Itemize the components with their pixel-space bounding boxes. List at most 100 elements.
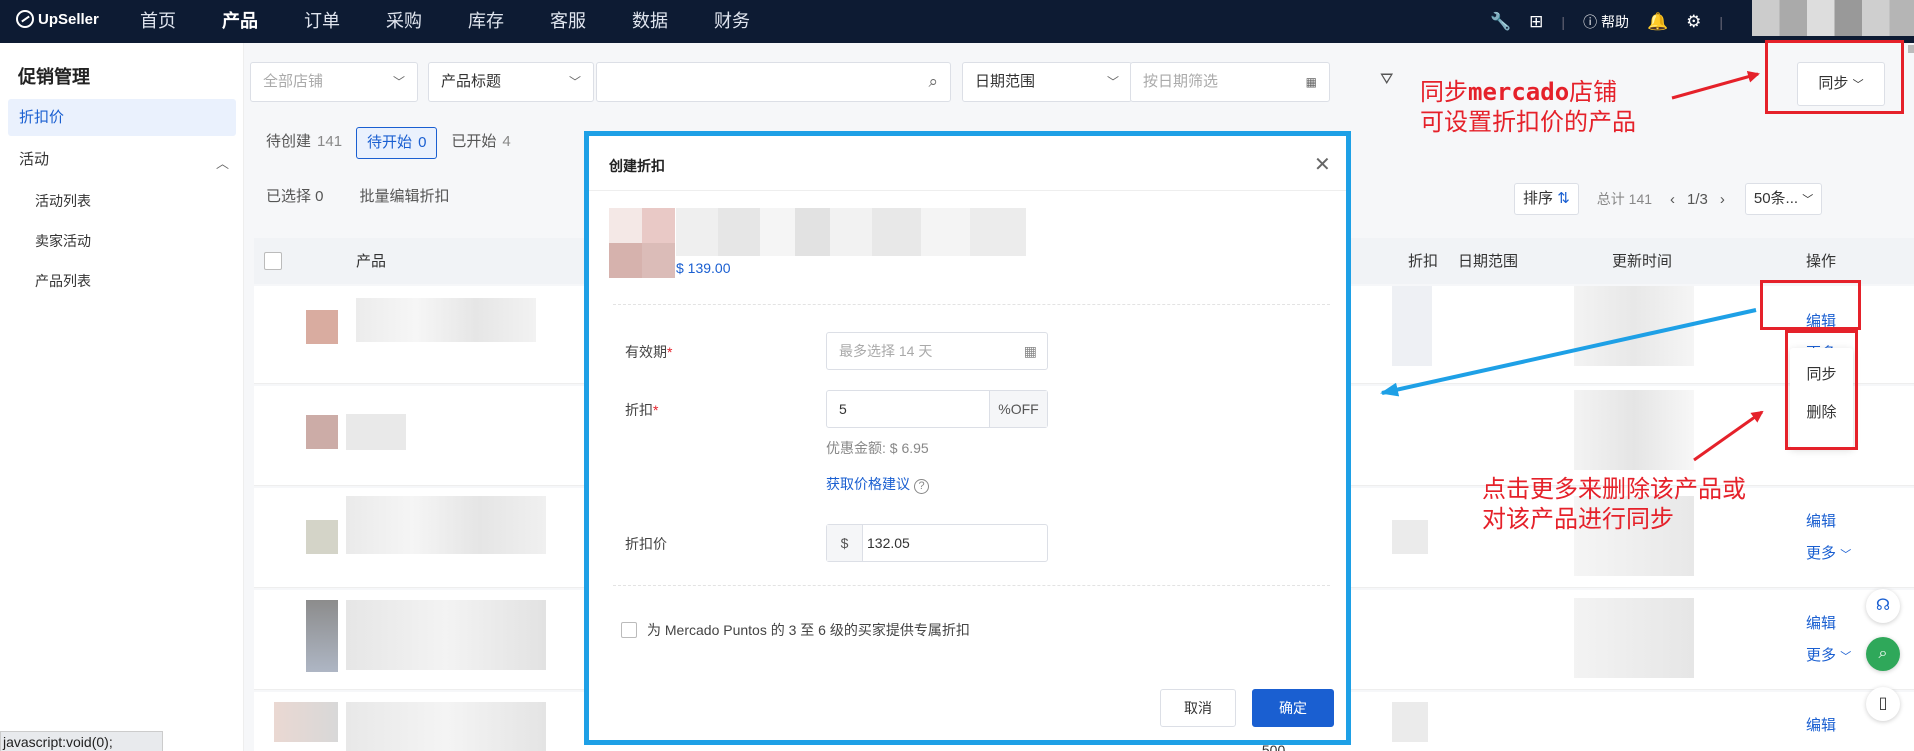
- product-thumbnail: [306, 520, 338, 554]
- nav-customer-service[interactable]: 客服: [550, 0, 586, 43]
- main-nav: 首页 产品 订单 采购 库存 客服 数据 财务: [140, 0, 796, 43]
- next-page-icon[interactable]: ›: [1720, 191, 1725, 208]
- account-avatar[interactable]: [1752, 0, 1914, 36]
- more-link[interactable]: 更多 ﹀: [1806, 542, 1851, 563]
- scrollbar-thumb[interactable]: [1908, 45, 1914, 53]
- question-circle-icon[interactable]: ?: [914, 479, 929, 494]
- annotation-more-line1: 点击更多来删除该产品或: [1482, 475, 1746, 503]
- search-icon[interactable]: ⌕: [928, 63, 938, 101]
- edit-link[interactable]: 编辑: [1806, 612, 1836, 633]
- product-title-blurred: [356, 298, 536, 342]
- modal-header-divider: [589, 190, 1346, 191]
- chevron-down-icon: ﹀: [1840, 549, 1852, 561]
- chevron-up-icon[interactable]: ︿: [216, 153, 229, 172]
- price-suggestion-link[interactable]: 获取价格建议?: [826, 474, 929, 494]
- wrench-icon[interactable]: 🔧: [1490, 12, 1511, 32]
- tab-started[interactable]: 已开始 4: [451, 127, 510, 159]
- sidebar-title: 促销管理: [18, 67, 90, 87]
- field-select[interactable]: 产品标题 ﹀: [428, 62, 594, 102]
- close-icon[interactable]: ✕: [1314, 152, 1331, 177]
- modal-divider: [613, 304, 1330, 305]
- annotation-sync-prefix: 同步: [1420, 78, 1468, 106]
- sidebar-item-activity-list[interactable]: 活动列表: [35, 191, 91, 211]
- help-button[interactable]: ⓘ 帮助: [1583, 12, 1629, 32]
- validity-label: 有效期*: [625, 342, 672, 362]
- annotation-box-more: [1785, 330, 1858, 450]
- confirm-button[interactable]: 确定: [1252, 689, 1334, 727]
- nav-inventory[interactable]: 库存: [468, 0, 504, 43]
- edit-link[interactable]: 编辑: [1806, 510, 1836, 531]
- annotation-more-note: 点击更多来删除该产品或 对该产品进行同步: [1482, 474, 1746, 534]
- status-bar-url: javascript:void(0);: [0, 731, 163, 751]
- updated-cell-blurred: [1574, 390, 1694, 470]
- filter-funnel-icon[interactable]: ⛛: [1380, 71, 1393, 89]
- select-all-checkbox[interactable]: [264, 252, 282, 270]
- discount-cell-blurred: [1392, 520, 1428, 554]
- tab-label: 已开始: [451, 133, 497, 150]
- puntos-checkbox[interactable]: [621, 622, 637, 638]
- product-title-blurred: [346, 496, 546, 554]
- bulk-edit-button[interactable]: 批量编辑折扣: [360, 188, 450, 205]
- discount-percent-input[interactable]: 5 %OFF: [826, 390, 1048, 428]
- create-discount-modal: 创建折扣 ✕ $ 139.00 有效期* 最多选择 14 天 ▦ 折扣* 5 %OF…: [584, 131, 1351, 745]
- app-logo[interactable]: UpSeller: [16, 10, 99, 28]
- top-navbar: UpSeller 首页 产品 订单 采购 库存 客服 数据 财务 🔧 ⊞ | ⓘ…: [0, 0, 1914, 43]
- col-updated-time: 更新时间: [1612, 253, 1673, 270]
- nav-products[interactable]: 产品: [222, 0, 258, 43]
- tab-to-create[interactable]: 待创建 141: [266, 127, 342, 159]
- tab-label: 待创建: [266, 133, 312, 150]
- nav-data[interactable]: 数据: [632, 0, 668, 43]
- sidebar-group-activities[interactable]: 活动: [19, 148, 49, 169]
- modal-title: 创建折扣: [609, 158, 665, 174]
- date-filter-input[interactable]: 按日期筛选 ▦: [1130, 62, 1330, 102]
- sidebar-item-discount-price[interactable]: 折扣价: [8, 99, 236, 136]
- cancel-button[interactable]: 取消: [1160, 689, 1236, 727]
- required-asterisk: *: [653, 402, 659, 418]
- store-select[interactable]: 全部店铺 ﹀: [250, 62, 418, 102]
- annotation-sync-line2: 可设置折扣价的产品: [1420, 108, 1636, 136]
- sidebar-item-seller-activity[interactable]: 卖家活动: [35, 231, 91, 251]
- more-link[interactable]: 更多 ﹀: [1806, 644, 1851, 665]
- sort-button[interactable]: 排序 ⇅: [1514, 183, 1579, 215]
- upseller-logo-icon: [16, 10, 34, 28]
- discount-percent-value: 5: [839, 401, 847, 417]
- apps-grid-icon[interactable]: ⊞: [1529, 12, 1543, 32]
- annotation-box-edit: [1760, 280, 1861, 330]
- tab-count: 141: [317, 133, 343, 150]
- tab-pending-start[interactable]: 待开始 0: [356, 127, 438, 159]
- chevron-down-icon: ﹀: [1840, 651, 1852, 663]
- gear-icon[interactable]: ⚙: [1686, 12, 1701, 32]
- annotation-sync-mono: mercado: [1468, 78, 1570, 106]
- date-range-select[interactable]: 日期范围 ﹀: [962, 62, 1132, 102]
- mobile-icon[interactable]: ▯: [1866, 687, 1900, 721]
- sidebar-item-product-list[interactable]: 产品列表: [35, 271, 91, 291]
- bell-icon[interactable]: 🔔: [1647, 12, 1668, 32]
- nav-purchase[interactable]: 采购: [386, 0, 422, 43]
- page-size-select[interactable]: 50条... ﹀: [1744, 183, 1823, 215]
- discount-label: 折扣*: [625, 400, 658, 420]
- sort-icon: ⇅: [1557, 190, 1570, 207]
- required-asterisk: *: [667, 344, 673, 360]
- prev-page-icon[interactable]: ‹: [1670, 191, 1675, 208]
- edit-link[interactable]: 编辑: [1806, 714, 1836, 735]
- search-input[interactable]: ⌕: [596, 62, 951, 102]
- annotation-sync-suffix: 店铺: [1569, 78, 1618, 106]
- validity-label-text: 有效期: [625, 344, 667, 360]
- product-thumbnail: [609, 208, 675, 278]
- product-title-blurred: [346, 414, 406, 450]
- search-icon[interactable]: ⌕: [1866, 637, 1900, 671]
- page-size-value: 50条...: [1753, 190, 1799, 207]
- status-tabs: 待创建 141 待开始 0 已开始 4: [266, 127, 525, 159]
- discount-price-value: 132.05: [867, 535, 910, 551]
- tab-label: 待开始: [367, 134, 413, 151]
- col-discount: 折扣: [1408, 253, 1439, 270]
- nav-orders[interactable]: 订单: [304, 0, 340, 43]
- updated-cell-blurred: [1574, 598, 1694, 678]
- validity-date-picker[interactable]: 最多选择 14 天 ▦: [826, 332, 1048, 370]
- currency-prefix: $: [827, 525, 863, 561]
- discount-price-input[interactable]: $132.05: [826, 524, 1048, 562]
- nav-home[interactable]: 首页: [140, 0, 176, 43]
- headset-icon[interactable]: ☊: [1866, 589, 1900, 623]
- annotation-sync-note: 同步mercado店铺 可设置折扣价的产品: [1420, 77, 1636, 137]
- nav-finance[interactable]: 财务: [714, 0, 750, 43]
